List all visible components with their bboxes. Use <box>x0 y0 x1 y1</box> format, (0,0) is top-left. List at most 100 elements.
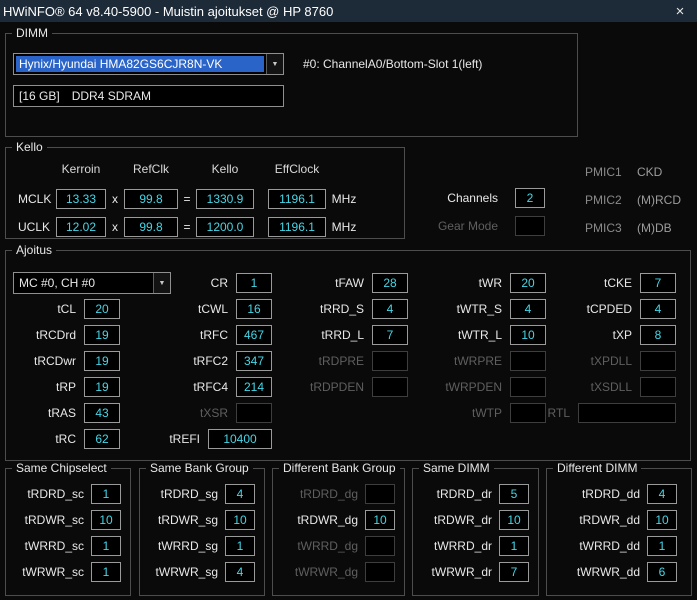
timing-label: tWRRD_sg <box>158 539 218 553</box>
timing-label: tRC <box>55 432 76 446</box>
pmic1-label: PMIC1 <box>585 165 637 179</box>
gear-mode-row: Gear Mode <box>360 216 545 236</box>
header-refclk: RefClk <box>124 162 178 176</box>
timing-value-box: 19 <box>84 377 120 397</box>
timing-label: tRDWR_sc <box>25 513 84 527</box>
timing-cell: tRCDwr 19 <box>12 348 130 374</box>
dimm-module-select[interactable]: Hynix/Hyundai HMA82GS6CJR8N-VK ▼ <box>13 53 284 75</box>
timings-group: Ajoitus CR 1 tFAW 28 tWR 20 tCKE <box>5 250 691 461</box>
timing-cell: tRC 62 <box>12 426 130 452</box>
timing-value-box: 1 <box>91 536 121 556</box>
dimm-group: DIMM Hynix/Hyundai HMA82GS6CJR8N-VK ▼ #0… <box>5 33 578 137</box>
turnaround-row: tWRRD_sc 1 <box>8 533 130 559</box>
turnaround-row: tWRRD_dr 1 <box>415 533 538 559</box>
timing-label: RTL <box>548 406 570 420</box>
timing-value-box: 4 <box>640 299 676 319</box>
timing-label: tWR <box>479 276 502 290</box>
timing-value-box: 4 <box>647 484 677 504</box>
header-clock: Kello <box>196 162 254 176</box>
turnaround-row: tRDWR_dr 10 <box>415 507 538 533</box>
timing-value-box: 8 <box>640 325 676 345</box>
timing-label: tXP <box>613 328 632 342</box>
gear-mode-label: Gear Mode <box>438 219 498 233</box>
timing-cell: tRFC2 347 <box>130 348 282 374</box>
timing-value-box <box>365 484 395 504</box>
turnaround-row: tRDRD_sc 1 <box>8 481 130 507</box>
timing-value-box: 7 <box>372 325 408 345</box>
timing-label: tWTP <box>472 406 502 420</box>
header-ratio: Kerroin <box>56 162 106 176</box>
turnaround-rows: tRDRD_sg 4 tRDWR_sg 10 tWRRD_sg 1 tWRWR_… <box>142 481 264 585</box>
mhz-unit: MHz <box>326 192 362 206</box>
timing-label: tRRD_L <box>321 328 364 342</box>
timing-cell: tCKE 7 <box>556 270 686 296</box>
clock-row-mclk: MCLK 13.33 x 99.8 = 1330.9 1196.1 MHz <box>18 189 362 209</box>
channels-value-box: 2 <box>515 188 545 208</box>
turnaround-row: tRDWR_dg 10 <box>275 507 404 533</box>
timing-value-box: 6 <box>647 562 677 582</box>
timing-label: tCKE <box>604 276 632 290</box>
timing-label: tFAW <box>335 276 364 290</box>
timing-label: tWTR_S <box>457 302 502 316</box>
timing-value-box: 62 <box>84 429 120 449</box>
turnaround-row: tWRWR_sc 1 <box>8 559 130 585</box>
group-same-dimm: Same DIMM tRDRD_dr 5 tRDWR_dr 10 tWRRD_d… <box>412 468 539 596</box>
timing-cell: tRCDrd 19 <box>12 322 130 348</box>
timing-label: tWRWR_sg <box>156 565 218 579</box>
turnaround-row: tWRRD_sg 1 <box>142 533 264 559</box>
timing-value-box: 10 <box>499 510 529 530</box>
memory-controller-selected-value: MC #0, CH #0 <box>16 275 151 291</box>
turnaround-row: tWRWR_sg 4 <box>142 559 264 585</box>
dimm-description-field: [16 GB] DDR4 SDRAM <box>13 85 284 107</box>
timing-label: tRDPRE <box>319 354 364 368</box>
clock-row-uclk: UCLK 12.02 x 99.8 = 1200.0 1196.1 MHz <box>18 217 362 237</box>
turnaround-row: tRDRD_dg <box>275 481 404 507</box>
uclk-effclock-box: 1196.1 <box>268 217 326 237</box>
mclk-ratio-box: 13.33 <box>56 189 106 209</box>
dimm-group-title: DIMM <box>12 26 52 41</box>
timing-cell: tRFC4 214 <box>130 374 282 400</box>
timing-cell: tREFI 10400 <box>130 426 282 452</box>
group-different-bank-group: Different Bank Group tRDRD_dg tRDWR_dg 1… <box>272 468 405 596</box>
timing-cell: tCL 20 <box>12 296 130 322</box>
turnaround-row: tWRRD_dg <box>275 533 404 559</box>
timing-label: tRCDwr <box>34 354 76 368</box>
clock-column-headers: Kerroin RefClk Kello EffClock <box>56 162 326 176</box>
timing-value-box: 20 <box>510 273 546 293</box>
timings-grid: CR 1 tFAW 28 tWR 20 tCKE 7 tCL 20 <box>12 270 686 452</box>
timing-label: tWRRD_dg <box>297 539 358 553</box>
timing-value-box: 20 <box>84 299 120 319</box>
timing-value-box: 5 <box>499 484 529 504</box>
timing-value-box: 1 <box>236 273 272 293</box>
group-same-chipselect: Same Chipselect tRDRD_sc 1 tRDWR_sc 10 t… <box>5 468 131 596</box>
mclk-effclock-box: 1196.1 <box>268 189 326 209</box>
timing-cell: tRP 19 <box>12 374 130 400</box>
chevron-down-icon[interactable]: ▼ <box>153 273 170 293</box>
timing-value-box: 214 <box>236 377 272 397</box>
timing-label: tWRPDEN <box>445 380 502 394</box>
memory-controller-select[interactable]: MC #0, CH #0 ▼ <box>13 272 171 294</box>
timing-label: tRDRD_dd <box>582 487 640 501</box>
chevron-down-icon[interactable]: ▼ <box>266 54 283 74</box>
timing-value-box: 7 <box>640 273 676 293</box>
pmic2-label: PMIC2 <box>585 193 637 207</box>
timing-cell: tRRD_L 7 <box>282 322 418 348</box>
timing-label: tRFC2 <box>193 354 228 368</box>
gear-mode-value-box <box>515 216 545 236</box>
timing-cell: tWRPRE <box>418 348 556 374</box>
title-bar[interactable]: HWiNFO® 64 v8.40-5900 - Muistin ajoituks… <box>0 0 697 22</box>
timing-value-box <box>578 403 676 423</box>
turnaround-row: tRDWR_dd 10 <box>549 507 691 533</box>
dimm-size: [16 GB] <box>19 89 60 103</box>
turnaround-row: tRDRD_sg 4 <box>142 481 264 507</box>
clock-row-label: UCLK <box>18 220 56 234</box>
timings-group-title: Ajoitus <box>12 243 56 258</box>
timing-cell: tWR 20 <box>418 270 556 296</box>
timing-cell: tFAW 28 <box>282 270 418 296</box>
timing-value-box <box>640 377 676 397</box>
group-different-dimm: Different DIMM tRDRD_dd 4 tRDWR_dd 10 tW… <box>546 468 692 596</box>
channels-row: Channels 2 <box>360 188 545 208</box>
close-icon[interactable]: × <box>663 0 697 22</box>
timing-label: tCL <box>57 302 76 316</box>
mclk-clock-box: 1330.9 <box>196 189 254 209</box>
